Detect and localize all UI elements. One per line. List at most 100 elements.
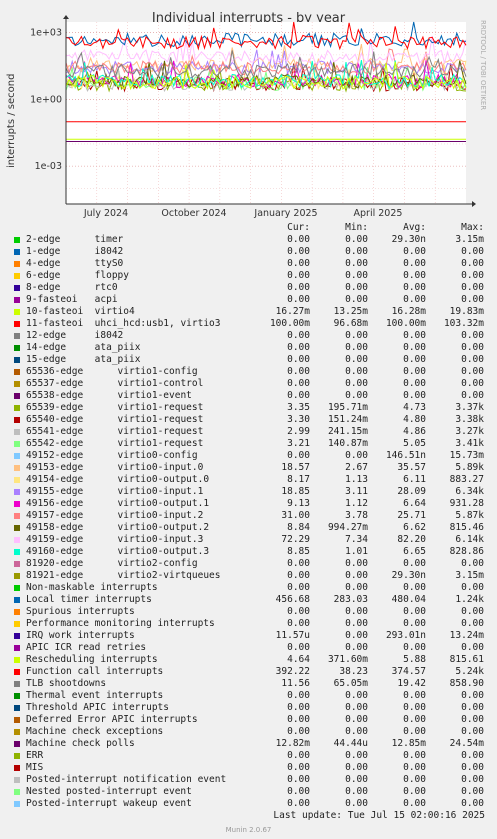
legend-min-value: 0.00	[345, 762, 368, 773]
y-axis-arrow	[63, 15, 69, 19]
legend-min-value: 0.00	[345, 558, 368, 569]
legend-series-desc: virtio0-input.3	[117, 534, 204, 545]
legend-cur-value: 0.00	[287, 774, 310, 785]
legend-cur-value: 8.84	[287, 522, 310, 533]
legend-cur-value: 0.00	[287, 618, 310, 629]
legend-avg-value: 0.00	[403, 786, 426, 797]
legend-min-value: 1.12	[345, 498, 368, 509]
legend-min-value: 3.11	[345, 486, 368, 497]
legend-swatch	[14, 645, 20, 651]
legend-label: Spurious interrupts	[26, 606, 135, 618]
legend-avg-value: 100.00m	[385, 318, 426, 329]
legend-cur-value: 0.00	[287, 786, 310, 797]
legend-label: 49158-edge virtio0-output.2	[26, 522, 209, 534]
legend-min-value: 1.01	[345, 546, 368, 557]
legend-max-value: 5.87k	[455, 510, 484, 521]
legend-series-desc: acpi	[94, 294, 118, 305]
legend-series-desc: i8042	[94, 246, 124, 257]
legend-series-desc: virtio0-input.1	[117, 486, 204, 497]
legend-cur-value: 2.99	[287, 426, 310, 437]
legend-row: 65542-edge virtio1-request 3.21 140.87m 5.0…	[12, 438, 492, 450]
legend-series-name: 49152-edge	[26, 450, 84, 461]
legend-series-name: 65542-edge	[26, 438, 84, 449]
legend-series-name: Posted-interrupt wakeup event	[26, 798, 192, 809]
legend-series-desc: virtio1-event	[117, 390, 192, 401]
legend-label: Local timer interrupts	[26, 594, 152, 606]
legend-cur-value: 0.00	[287, 330, 310, 341]
legend-swatch	[14, 381, 20, 387]
legend-label: 15-edge ata_piix	[26, 354, 140, 366]
legend-swatch	[14, 501, 20, 507]
legend-series-desc: virtio1-request	[117, 414, 204, 425]
legend-swatch	[14, 609, 20, 615]
legend-max-value: 0.00	[461, 294, 484, 305]
legend-avg-value: 25.71	[397, 510, 426, 521]
legend-min-value: 0.00	[345, 330, 368, 341]
legend-max-value: 858.90	[449, 678, 484, 689]
legend-avg-value: 0.00	[403, 294, 426, 305]
legend-cur-value: 16.27m	[275, 306, 310, 317]
legend-swatch	[14, 261, 20, 267]
legend-label: Rescheduling interrupts	[26, 654, 158, 666]
legend-series-name: IRQ work interrupts	[26, 630, 135, 641]
legend-max-value: 3.15m	[455, 570, 484, 581]
legend-series-name: 65539-edge	[26, 402, 84, 413]
legend-row: Machine check polls 12.82m 44.44u 12.85m 24.…	[12, 738, 492, 750]
legend-max-value: 0.00	[461, 798, 484, 809]
legend-cur-value: 0.00	[287, 642, 310, 653]
legend-row: Local timer interrupts 456.68 283.03 480.04…	[12, 594, 492, 606]
legend-max-value: 0.00	[461, 786, 484, 797]
legend-min-value: 38.23	[339, 666, 368, 677]
legend-series-desc: ata_piix	[94, 354, 141, 365]
legend-label: 9-fasteoi acpi	[26, 294, 118, 306]
legend-series-name: 10-fasteoi	[26, 306, 84, 317]
legend-avg-value: 146.51n	[385, 450, 426, 461]
legend-min-value: 0.00	[345, 270, 368, 281]
legend-label: 65542-edge virtio1-request	[26, 438, 203, 450]
legend-swatch	[14, 321, 20, 327]
legend-min-value: 0.00	[345, 702, 368, 713]
legend-cur-value: 3.35	[287, 402, 310, 413]
legend-series-desc: virtio1-control	[117, 378, 204, 389]
legend-label: ERR	[26, 750, 43, 762]
legend-max-value: 0.00	[461, 642, 484, 653]
legend-series-name: 11-fasteoi	[26, 318, 84, 329]
legend-series-name: MIS	[26, 762, 44, 773]
legend-max-value: 0.00	[461, 282, 484, 293]
legend-avg-value: 0.00	[403, 342, 426, 353]
legend-min-value: 1.13	[345, 474, 368, 485]
legend-row: 65539-edge virtio1-request 3.35 195.71m 4.7…	[12, 402, 492, 414]
legend-label: 49159-edge virtio0-input.3	[26, 534, 203, 546]
legend-swatch	[14, 489, 20, 495]
legend-label: 12-edge i8042	[26, 330, 123, 342]
legend-swatch	[14, 405, 20, 411]
legend-swatch	[14, 585, 20, 591]
legend-label: 65541-edge virtio1-request	[26, 426, 203, 438]
legend-series-desc: virtio1-config	[117, 366, 198, 377]
legend-cur-value: 18.57	[281, 462, 310, 473]
legend-max-value: 6.34k	[455, 486, 484, 497]
legend-swatch	[14, 633, 20, 639]
legend-cur-value: 0.00	[287, 366, 310, 377]
legend-avg-value: 0.00	[403, 762, 426, 773]
legend-swatch	[14, 753, 20, 759]
legend-max-value: 0.00	[461, 690, 484, 701]
legend-series-name: ERR	[26, 750, 44, 761]
legend-max-value: 3.27k	[455, 426, 484, 437]
legend-cur-value: 0.00	[287, 798, 310, 809]
legend-series-name: 8-edge	[26, 282, 61, 293]
legend-min-value: 140.87m	[327, 438, 368, 449]
legend-max-value: 6.14k	[455, 534, 484, 545]
legend-avg-value: 6.62	[403, 522, 426, 533]
column-min: Min:	[345, 222, 368, 233]
legend-swatch	[14, 525, 20, 531]
legend-min-value: 0.00	[345, 618, 368, 629]
legend-series-desc: virtio0-output.3	[117, 546, 210, 557]
legend-row: 65538-edge virtio1-event 0.00 0.00 0.00 0.00	[12, 390, 492, 402]
x-tick-label: January 2025	[253, 208, 317, 219]
legend-label: 11-fasteoi uhci_hcd:usb1, virtio3	[26, 318, 221, 330]
legend-swatch	[14, 285, 20, 291]
legend-label: 49157-edge virtio0-input.2	[26, 510, 203, 522]
legend-cur-value: 0.00	[287, 714, 310, 725]
legend-avg-value: 4.73	[403, 402, 426, 413]
